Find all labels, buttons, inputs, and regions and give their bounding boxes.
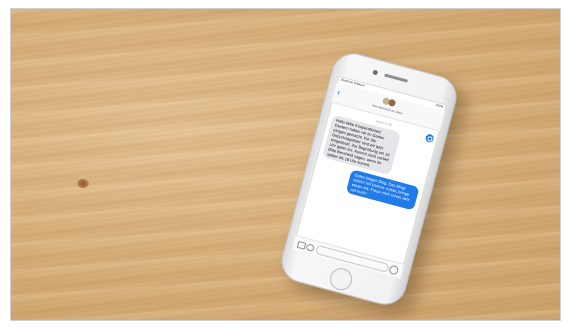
smartphone: Deutsche Telekom 100% ‹ Ihre Nachricht a…: [276, 48, 462, 310]
microphone-icon[interactable]: [388, 264, 400, 276]
earpiece-speaker: [384, 73, 409, 83]
camera-icon[interactable]: [296, 240, 307, 250]
tapback-icon: ♥: [307, 176, 312, 183]
avatar: [387, 98, 397, 108]
home-button[interactable]: [327, 265, 355, 293]
front-camera: [372, 69, 379, 76]
wood-table-photo: Deutsche Telekom 100% ‹ Ihre Nachricht a…: [10, 8, 561, 321]
app-store-icon[interactable]: [305, 243, 316, 253]
wood-knot: [77, 179, 89, 188]
message-input[interactable]: [314, 244, 390, 273]
